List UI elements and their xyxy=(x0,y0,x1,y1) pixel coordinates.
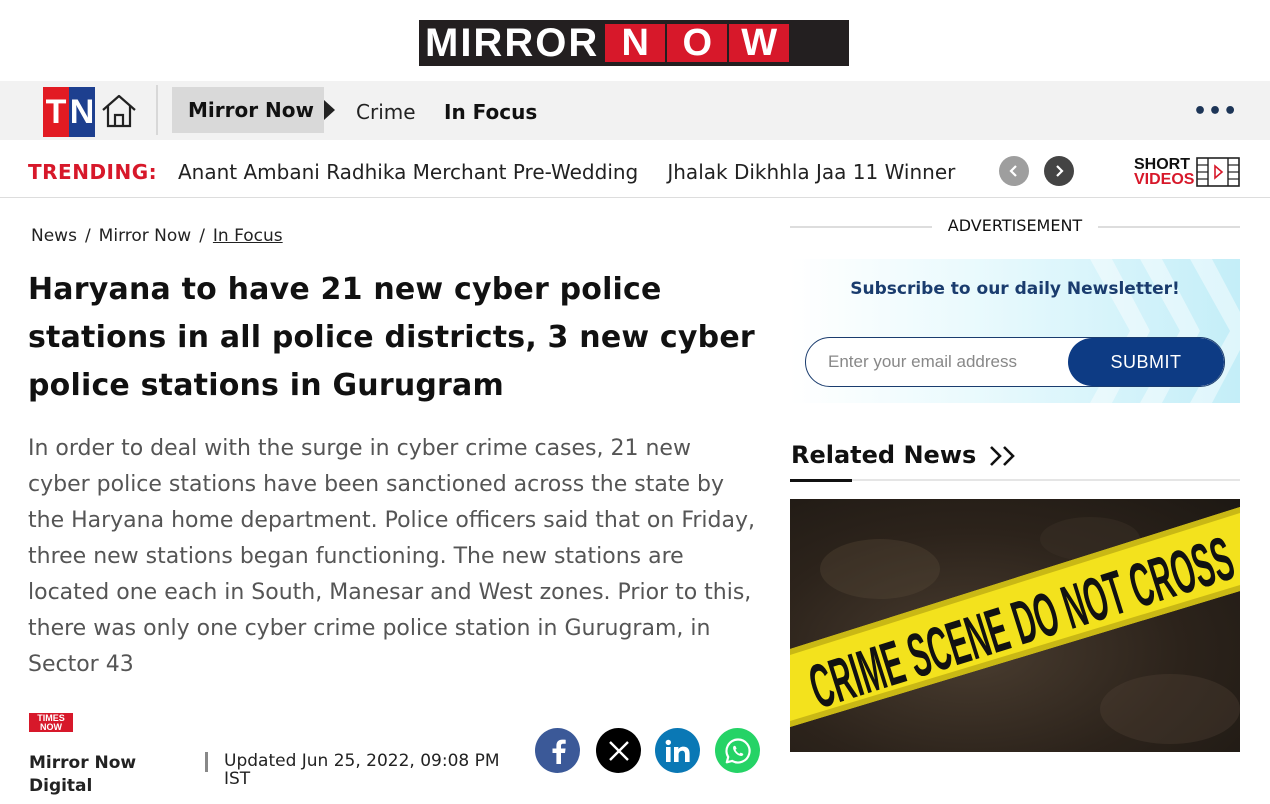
article-headline: Haryana to have 21 new cyber police stat… xyxy=(28,272,755,403)
trending-item[interactable]: Anant Ambani Radhika Merchant Pre-Weddin… xyxy=(178,160,638,184)
trending-next-button[interactable] xyxy=(1044,156,1074,186)
whatsapp-icon xyxy=(724,737,751,764)
chevron-left-icon xyxy=(1009,165,1017,177)
logo-word-mirror: MIRROR xyxy=(425,21,600,65)
tn-logo-letter-t: T xyxy=(45,93,67,131)
facebook-icon xyxy=(552,739,566,764)
trending-bar: TRENDING: Anant Ambani Radhika Merchant … xyxy=(0,140,1270,198)
logo-letter: O xyxy=(667,24,728,62)
home-icon[interactable] xyxy=(100,93,138,129)
related-divider-accent xyxy=(790,479,852,482)
share-facebook-button[interactable] xyxy=(535,728,580,773)
publisher-logo-line2: NOW xyxy=(40,722,62,732)
newsletter-box: Subscribe to our daily Newsletter! SUBMI… xyxy=(790,259,1240,403)
related-news-image[interactable]: CRIME SCENE DO NOT CROSS xyxy=(790,499,1240,752)
site-logo[interactable]: MIRROR N O W xyxy=(419,20,849,66)
breadcrumb-item-news[interactable]: News xyxy=(31,226,77,246)
nav-active-arrow-icon xyxy=(324,100,335,120)
logo-word-now: N O W xyxy=(605,24,790,62)
linkedin-icon xyxy=(665,739,690,762)
more-dots-icon[interactable]: ••• xyxy=(1193,99,1238,124)
breadcrumb-item-mirror-now[interactable]: Mirror Now xyxy=(99,226,192,246)
breadcrumb-separator: / xyxy=(84,226,91,246)
video-reel-icon xyxy=(1196,157,1240,187)
meta-divider xyxy=(205,752,208,772)
related-divider xyxy=(790,479,1240,481)
publisher-logo: TIMES NOW xyxy=(29,713,73,732)
nav-item-in-focus[interactable]: In Focus xyxy=(444,100,537,124)
newsletter-form: SUBMIT xyxy=(805,337,1225,387)
article-summary: In order to deal with the surge in cyber… xyxy=(28,436,755,677)
submit-button[interactable]: SUBMIT xyxy=(1068,338,1224,386)
share-whatsapp-button[interactable] xyxy=(715,728,760,773)
short-videos-label-top: SHORT xyxy=(1134,156,1190,173)
related-news-title[interactable]: Related News xyxy=(791,441,976,469)
trending-item[interactable]: Jhalak Dikhhla Jaa 11 Winner xyxy=(667,160,955,184)
advertisement-label: ADVERTISEMENT xyxy=(947,216,1083,235)
double-chevron-right-icon[interactable] xyxy=(988,444,1020,468)
nav-divider xyxy=(156,85,158,135)
trending-prev-button[interactable] xyxy=(999,156,1029,186)
newsletter-title: Subscribe to our daily Newsletter! xyxy=(850,279,1180,299)
tn-logo-letter-n: N xyxy=(69,87,95,137)
nav-bar: T N Mirror Now Crime In Focus ••• xyxy=(0,81,1270,140)
share-x-button[interactable] xyxy=(596,728,641,773)
nav-item-mirror-now[interactable]: Mirror Now xyxy=(172,87,324,133)
updated-timestamp: Updated Jun 25, 2022, 09:08 PM IST xyxy=(224,751,500,789)
logo-letter: W xyxy=(729,24,790,62)
nav-item-crime[interactable]: Crime xyxy=(356,100,416,124)
author-name[interactable]: Mirror Now Digital xyxy=(29,752,136,798)
x-icon xyxy=(608,740,629,761)
chevron-right-icon xyxy=(1056,165,1064,177)
trending-label: TRENDING: xyxy=(28,160,158,184)
breadcrumb: News / Mirror Now / In Focus xyxy=(31,226,283,246)
trending-list: Anant Ambani Radhika Merchant Pre-Weddin… xyxy=(178,160,986,186)
share-linkedin-button[interactable] xyxy=(655,728,700,773)
email-input[interactable] xyxy=(806,338,1068,386)
crime-scene-tape-image: CRIME SCENE DO NOT CROSS xyxy=(790,507,1240,744)
tn-logo[interactable]: T N xyxy=(43,87,95,137)
breadcrumb-item-in-focus[interactable]: In Focus xyxy=(213,226,283,246)
short-videos-label-bottom: VIDEOS xyxy=(1134,171,1195,188)
trending-item[interactable]: De xyxy=(984,160,986,184)
logo-letter: N xyxy=(605,24,666,62)
short-videos-link[interactable]: SHORT VIDEOS xyxy=(1134,156,1242,188)
breadcrumb-separator: / xyxy=(199,226,205,246)
